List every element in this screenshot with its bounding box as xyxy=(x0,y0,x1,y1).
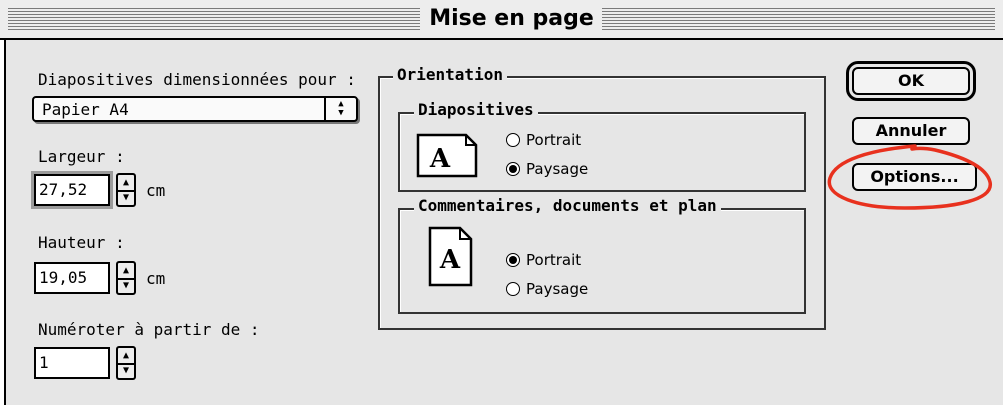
annotation-stroke xyxy=(827,144,992,210)
page-setup-dialog: Mise en page Diapositives dimensionnées … xyxy=(0,0,1003,405)
annotation-circle xyxy=(827,144,992,210)
